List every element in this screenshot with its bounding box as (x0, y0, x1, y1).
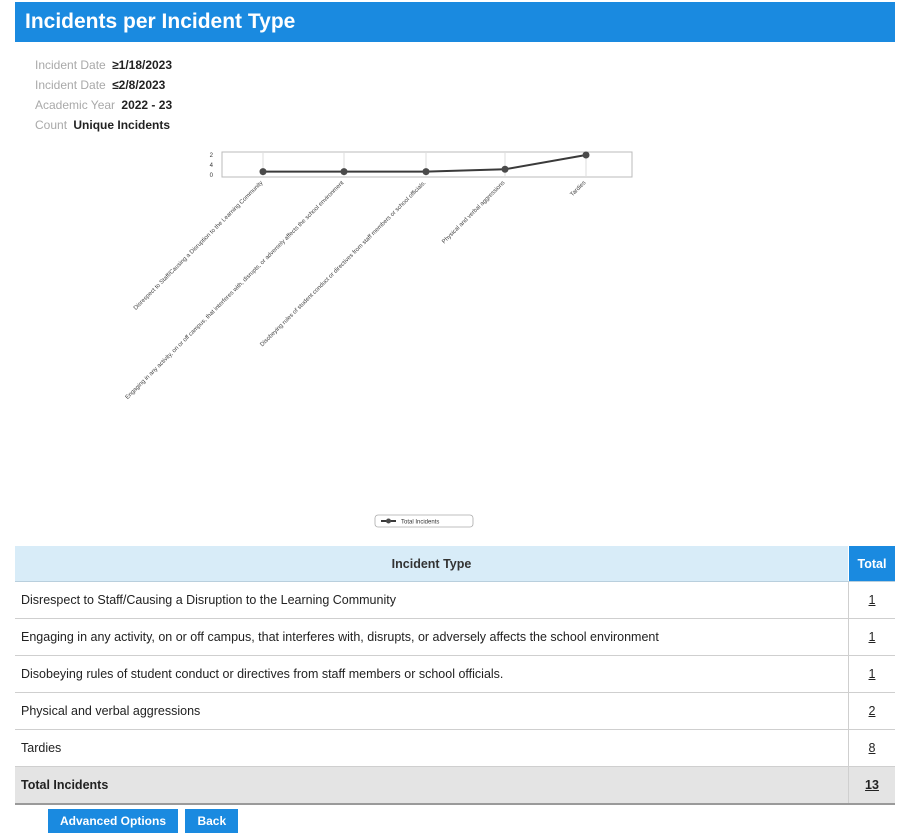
total-cell: 13 (848, 766, 895, 805)
criteria-value: ≤2/8/2023 (112, 78, 166, 92)
criteria-row: Incident Date ≤2/8/2023 (35, 75, 172, 95)
criteria-row: Academic Year 2022 - 23 (35, 95, 172, 115)
action-buttons: Advanced Options Back (48, 809, 241, 833)
criteria-label: Incident Date (35, 58, 106, 72)
total-incidents-link[interactable]: 13 (865, 778, 879, 792)
incident-type-table: Incident Type Total Disrespect to Staff/… (15, 546, 895, 805)
criteria-label: Incident Date (35, 78, 106, 92)
total-link[interactable]: 1 (869, 593, 876, 607)
total-incidents-label: Total Incidents (15, 766, 849, 805)
incident-type-cell: Physical and verbal aggressions (15, 692, 849, 730)
y-tick-label: 0 (210, 173, 214, 179)
table-row: Disobeying rules of student conduct or d… (15, 655, 895, 693)
criteria-label: Count (35, 118, 68, 132)
criteria-label: Academic Year (35, 98, 116, 112)
incident-type-cell: Disrespect to Staff/Causing a Disruption… (15, 581, 849, 619)
total-link[interactable]: 2 (869, 704, 876, 718)
incident-type-cell: Disobeying rules of student conduct or d… (15, 655, 849, 693)
data-point (259, 168, 267, 176)
table-row: Engaging in any activity, on or off camp… (15, 618, 895, 656)
total-cell: 1 (848, 581, 895, 619)
criteria-row: Incident Date ≥1/18/2023 (35, 55, 172, 75)
incident-type-cell: Tardies (15, 729, 849, 767)
table-row: Tardies 8 (15, 729, 895, 767)
x-tick-label: Physical and verbal aggressions (441, 180, 506, 245)
x-tick-label: Disobeying rules of student conduct or d… (259, 180, 427, 348)
x-tick-label: Disrespect to Staff/Causing a Disruption… (133, 180, 265, 312)
total-cell: 1 (848, 655, 895, 693)
advanced-options-button[interactable]: Advanced Options (48, 809, 179, 833)
total-link[interactable]: 1 (869, 667, 876, 681)
table-row: Disrespect to Staff/Causing a Disruption… (15, 581, 895, 619)
total-link[interactable]: 1 (869, 630, 876, 644)
criteria-value: ≥1/18/2023 (112, 58, 173, 72)
total-column-header[interactable]: Total (848, 546, 895, 582)
incident-type-cell: Engaging in any activity, on or off camp… (15, 618, 849, 656)
table-header-row: Incident Type Total (15, 546, 895, 582)
incident-type-column-header[interactable]: Incident Type (15, 546, 849, 582)
page-title: Incidents per Incident Type (15, 2, 895, 42)
criteria-value: Unique Incidents (73, 118, 171, 132)
total-cell: 8 (848, 729, 895, 767)
total-cell: 1 (848, 618, 895, 656)
y-tick-label: 2 (210, 153, 214, 159)
back-button[interactable]: Back (185, 809, 239, 833)
data-point (501, 165, 509, 173)
data-point (340, 168, 348, 176)
data-point (422, 168, 430, 176)
incidents-line-chart: 2 4 0Disrespect to Staff/Causing a Disrupt… (125, 151, 633, 528)
table-row: Physical and verbal aggressions 2 (15, 692, 895, 730)
criteria-row: Count Unique Incidents (35, 115, 172, 135)
data-point (582, 151, 590, 159)
table-total-row: Total Incidents 13 (15, 766, 895, 805)
total-cell: 2 (848, 692, 895, 730)
total-link[interactable]: 8 (869, 741, 876, 755)
legend-marker-swatch (386, 518, 391, 524)
criteria-value: 2022 - 23 (121, 98, 173, 112)
x-tick-label: Tardies (569, 180, 587, 198)
report-criteria: Incident Date ≥1/18/2023 Incident Date ≤… (35, 55, 172, 135)
y-tick-label: 4 (210, 163, 214, 169)
legend-label: Total Incidents (401, 520, 439, 526)
